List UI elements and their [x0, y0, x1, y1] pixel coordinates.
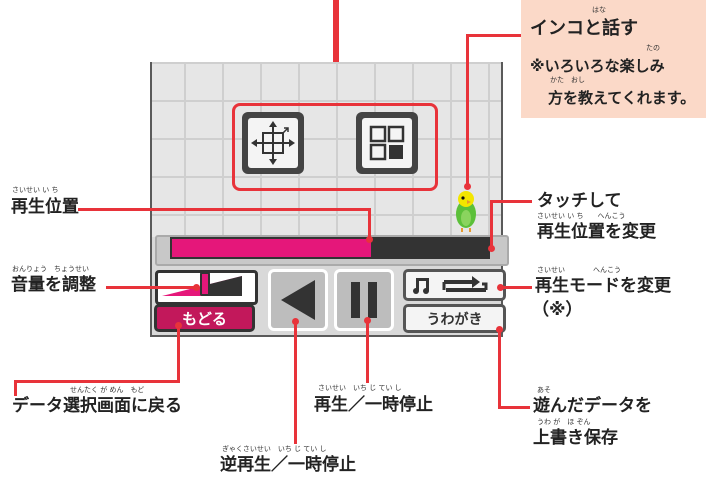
volume-label-ruby: おんりょう ちょうせい [12, 265, 89, 273]
tip-note1-ruby: たの [646, 44, 660, 52]
touch-line-v [490, 200, 493, 248]
volume-knob[interactable] [200, 272, 210, 296]
back-label-ruby: せんたく が めん もど [70, 386, 145, 394]
touch-label-line1: タッチして [537, 191, 622, 211]
play-label: 再生／一時停止 [314, 395, 433, 415]
back-line-v [177, 325, 180, 382]
tip-note2-ruby: かた おし [550, 76, 585, 84]
save-dot [496, 326, 503, 333]
mode-dot [497, 284, 504, 291]
mode-label-line2: （※） [532, 300, 583, 320]
tip-connector-v [466, 34, 469, 186]
play-dot [364, 317, 371, 324]
mode-label-ruby: さいせい へんこう [537, 266, 621, 274]
seek-label-dot [366, 236, 373, 243]
tip-note-line2: 方を教えてくれます。 [548, 89, 696, 107]
reverse-line [294, 322, 297, 444]
save-label1-ruby: あそ [537, 386, 551, 394]
touch-label-ruby: さいせい い ち へんこう [537, 212, 626, 220]
save-label-line1: 遊んだデータを [533, 396, 652, 416]
save-label-line2: 上書き保存 [533, 428, 618, 448]
play-line [366, 320, 369, 383]
seek-label-ruby: さいせい い ち [12, 186, 59, 194]
repeat-mode-icon [413, 276, 488, 294]
volume-line [106, 286, 196, 289]
volume-label: 音量を調整 [11, 275, 96, 295]
reverse-dot [292, 318, 299, 325]
save-line-v [498, 330, 501, 409]
tip-dot [464, 183, 471, 190]
seek-progress-fill [172, 239, 371, 257]
back-line-v2 [14, 380, 17, 396]
tip-title-ruby: はな [592, 6, 606, 14]
play-label-ruby: さいせい いち じ てい し [318, 384, 402, 392]
seek-label-line-v [368, 208, 371, 238]
back-dot [175, 322, 182, 329]
tip-title: インコと話す [530, 18, 638, 39]
volume-dot [193, 284, 200, 291]
playback-mode-button[interactable] [403, 269, 506, 301]
back-button[interactable]: もどる [154, 304, 255, 332]
tip-connector [467, 34, 521, 37]
grid-view-button[interactable] [356, 112, 418, 174]
touch-label-line2: 再生位置を変更 [537, 222, 656, 242]
back-line-h [14, 380, 180, 383]
tip-note-line1: ※いろいろな楽しみ [530, 57, 665, 75]
touch-line-h [492, 200, 532, 203]
touch-dot [488, 245, 495, 252]
overwrite-save-button[interactable]: うわがき [403, 304, 506, 333]
mode-label-line1: 再生モードを変更 [535, 276, 671, 296]
save-label2-ruby: うわ が ほ ぞん [537, 418, 591, 426]
save-line-h [498, 406, 530, 409]
move-icon [248, 118, 298, 168]
seek-label: 再生位置 [11, 197, 79, 217]
move-zoom-button[interactable] [242, 112, 304, 174]
seek-label-line-h [78, 208, 370, 211]
parakeet-icon[interactable] [452, 188, 480, 232]
reverse-label-ruby: ぎゃくさいせい いち じ てい し [222, 445, 327, 453]
mode-line [500, 286, 532, 289]
reverse-label: 逆再生／一時停止 [220, 455, 356, 475]
back-label: データ選択画面に戻る [12, 396, 182, 416]
grid-icon [362, 118, 412, 168]
